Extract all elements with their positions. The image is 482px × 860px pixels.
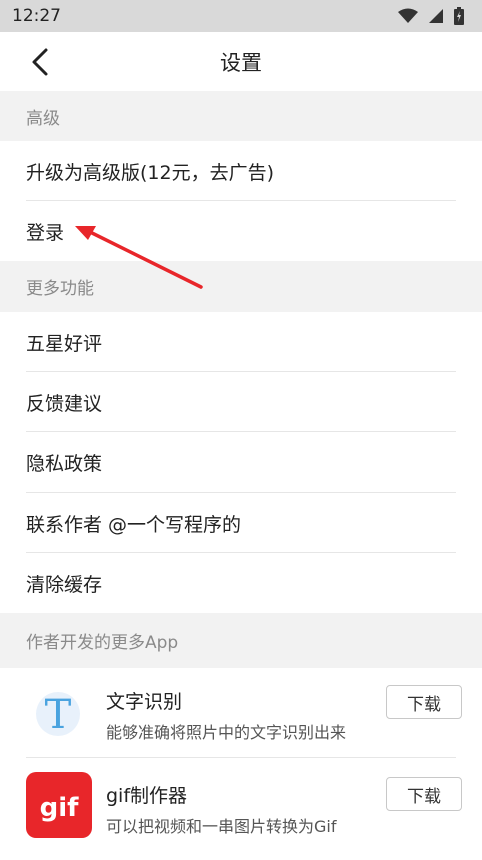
rate-five-star-label: 五星好评 bbox=[26, 332, 103, 355]
download-button[interactable]: 下载 bbox=[386, 777, 462, 811]
app-item-ocr[interactable]: T 文字识别 能够准确将照片中的文字识别出来 下载 bbox=[0, 668, 482, 758]
feedback-label: 反馈建议 bbox=[26, 392, 103, 415]
privacy-policy-label: 隐私政策 bbox=[26, 453, 103, 475]
app-name: gif制作器 bbox=[106, 785, 188, 807]
login-item[interactable]: 登录 bbox=[0, 201, 482, 261]
back-button[interactable] bbox=[22, 44, 58, 80]
upgrade-premium-label: 升级为高级版(12元，去广告) bbox=[26, 161, 275, 184]
feedback-item[interactable]: 反馈建议 bbox=[0, 372, 482, 432]
status-bar: 12:27 bbox=[0, 0, 482, 32]
rate-five-star-item[interactable]: 五星好评 bbox=[0, 312, 482, 372]
battery-icon bbox=[454, 7, 464, 25]
section-header-more-features: 更多功能 bbox=[0, 261, 482, 312]
chevron-left-icon bbox=[32, 48, 48, 76]
upgrade-premium-item[interactable]: 升级为高级版(12元，去广告) bbox=[0, 141, 482, 201]
app-name: 文字识别 bbox=[106, 691, 183, 713]
contact-author-item[interactable]: 联系作者 @一个写程序的 bbox=[0, 493, 482, 553]
gif-app-icon: gif bbox=[26, 772, 92, 838]
app-description: 能够准确将照片中的文字识别出来 bbox=[106, 723, 347, 742]
nav-bar: 设置 bbox=[0, 32, 482, 91]
wifi-icon bbox=[398, 8, 418, 23]
ocr-icon-letter: T bbox=[45, 692, 72, 738]
download-button[interactable]: 下载 bbox=[386, 685, 462, 719]
contact-author-label: 联系作者 @一个写程序的 bbox=[26, 513, 242, 536]
section-header-advanced: 高级 bbox=[0, 91, 482, 141]
section-header-more-apps: 作者开发的更多App bbox=[0, 613, 482, 668]
app-item-gif-maker[interactable]: gif gif制作器 可以把视频和一串图片转换为Gif 下载 bbox=[0, 758, 482, 860]
status-time: 12:27 bbox=[12, 6, 61, 26]
cellular-signal-icon bbox=[429, 9, 443, 23]
clear-cache-item[interactable]: 清除缓存 bbox=[0, 553, 482, 613]
gif-icon-letter: gif bbox=[40, 793, 80, 823]
ocr-app-icon: T bbox=[26, 680, 92, 746]
page-title: 设置 bbox=[220, 50, 262, 75]
status-icons bbox=[398, 7, 464, 25]
login-label: 登录 bbox=[26, 221, 65, 244]
privacy-policy-item[interactable]: 隐私政策 bbox=[0, 432, 482, 493]
clear-cache-label: 清除缓存 bbox=[26, 573, 103, 596]
app-description: 可以把视频和一串图片转换为Gif bbox=[106, 817, 337, 836]
